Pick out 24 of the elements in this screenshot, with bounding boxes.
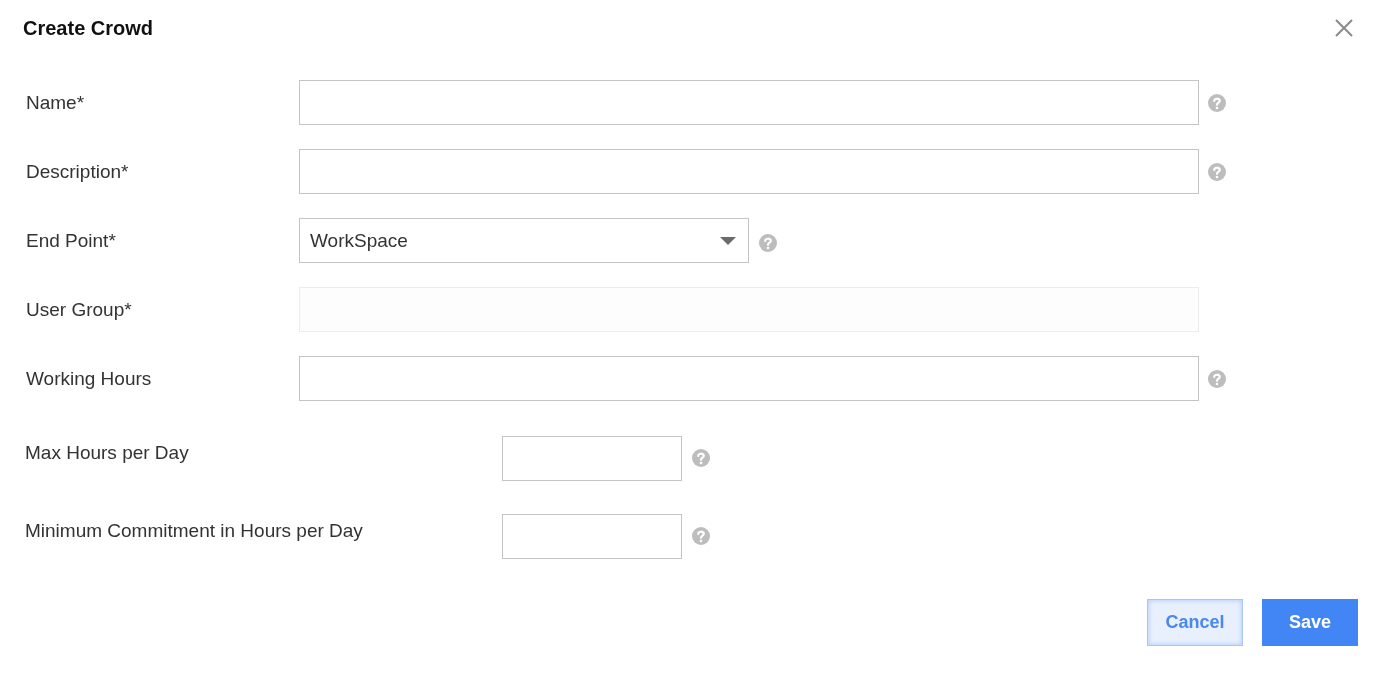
field-label: Description* — [26, 160, 130, 183]
input-field[interactable] — [299, 149, 1199, 194]
help-icon[interactable] — [1208, 369, 1226, 388]
help-icon[interactable] — [692, 527, 710, 545]
input-field[interactable] — [502, 514, 682, 559]
field-label: End Point* — [26, 229, 117, 252]
dialog-title: Create Crowd — [23, 16, 154, 40]
field-label: Working Hours — [26, 367, 153, 390]
input-field[interactable] — [502, 436, 682, 481]
cancel-button[interactable]: Cancel — [1147, 599, 1243, 646]
save-button[interactable]: Save — [1262, 599, 1358, 646]
field-label: Max Hours per Day — [25, 441, 190, 464]
field-label: Minimum Commitment in Hours per Day — [25, 519, 364, 542]
help-icon[interactable] — [1208, 93, 1226, 112]
caret-icon — [720, 236, 736, 245]
input-field[interactable] — [299, 356, 1199, 401]
help-icon[interactable] — [759, 234, 777, 252]
close-icon[interactable] — [1335, 19, 1353, 37]
help-icon[interactable] — [692, 449, 710, 467]
help-icon[interactable] — [1208, 162, 1226, 181]
select-field[interactable]: WorkSpace — [299, 218, 749, 263]
input-field[interactable] — [299, 80, 1199, 125]
field-label: Name* — [26, 91, 86, 114]
field-label: User Group* — [26, 298, 133, 321]
